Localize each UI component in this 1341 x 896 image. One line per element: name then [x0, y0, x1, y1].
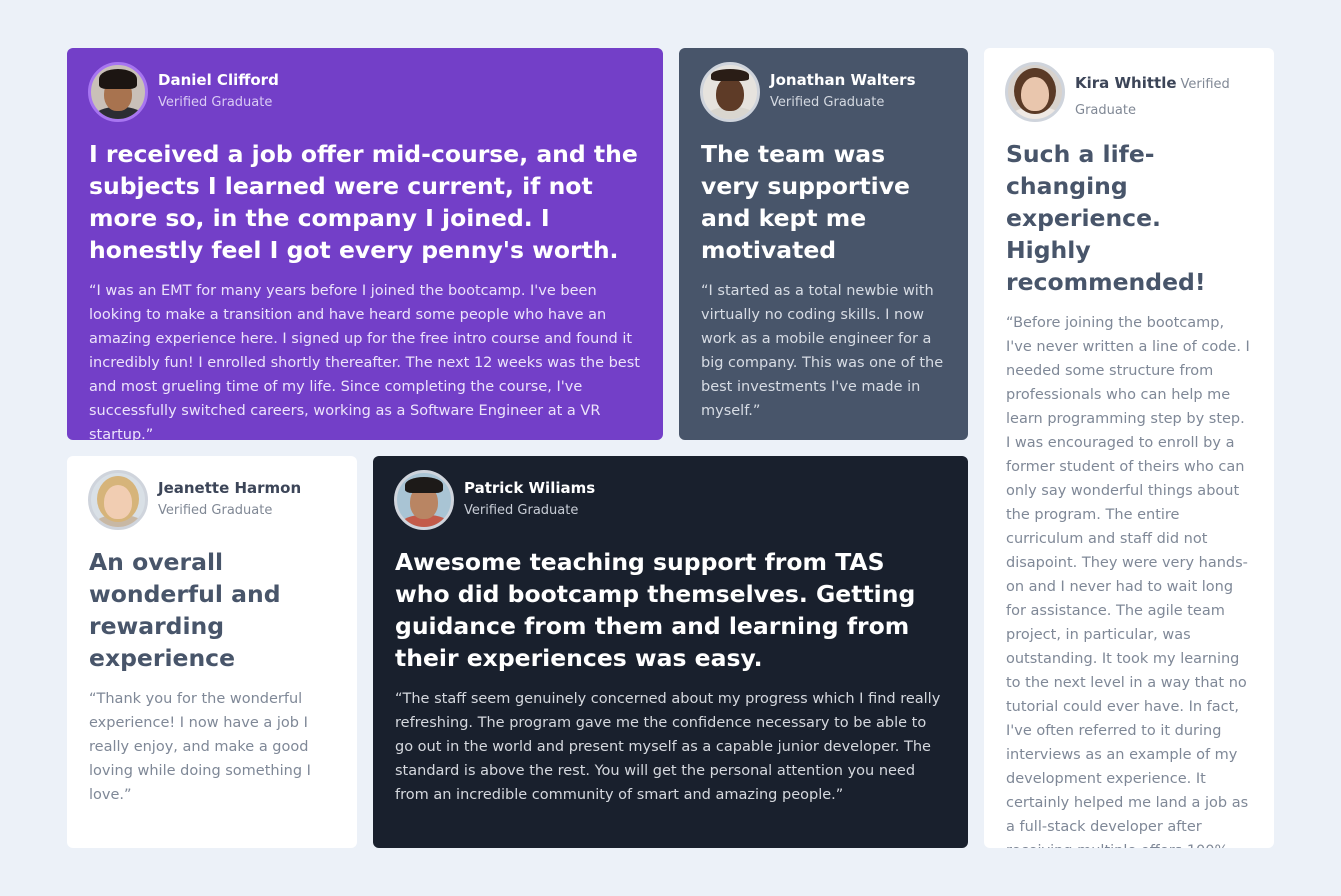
testimonial-card-jonathan: Jonathan Walters Verified Graduate The t…: [679, 48, 968, 440]
author-info: Jeanette Harmon Verified Graduate: [158, 470, 301, 518]
testimonial-headline: An overall wonderful and rewarding exper…: [89, 548, 281, 672]
card-header: Jonathan Walters Verified Graduate: [700, 62, 946, 122]
avatar: [1005, 62, 1065, 122]
testimonial-headline: I received a job offer mid-course, and t…: [89, 140, 638, 264]
author-name-line: Kira Whittle Verified Graduate: [1075, 71, 1252, 123]
author-status: Verified Graduate: [770, 95, 885, 110]
author-status: Verified Graduate: [464, 503, 579, 518]
card-header: Jeanette Harmon Verified Graduate: [88, 470, 335, 530]
author-name: Jonathan Walters: [770, 71, 916, 89]
author-name: Daniel Clifford: [158, 71, 279, 89]
bottom-row: Jeanette Harmon Verified Graduate An ove…: [67, 456, 968, 848]
author-name: Patrick Wiliams: [464, 479, 596, 497]
author-info: Kira Whittle Verified Graduate: [1075, 62, 1252, 123]
testimonial-text: “I was an EMT for many years before I jo…: [89, 283, 640, 440]
testimonial-headline: Such a life-changing experience. Highly …: [1006, 140, 1206, 296]
card-header: Kira Whittle Verified Graduate: [1005, 62, 1252, 123]
testimonial-text: “I started as a total newbie with virtua…: [701, 283, 944, 419]
author-status: Verified Graduate: [158, 503, 273, 518]
avatar: [700, 62, 760, 122]
testimonial-text: “The staff seem genuinely concerned abou…: [395, 691, 941, 803]
testimonial-text: “Thank you for the wonderful experience!…: [89, 691, 311, 803]
author-info: Daniel Clifford Verified Graduate: [158, 62, 279, 110]
author-info: Jonathan Walters Verified Graduate: [770, 62, 916, 110]
card-header: Daniel Clifford Verified Graduate: [88, 62, 641, 122]
testimonial-text: “Before joining the bootcamp, I've never…: [1006, 315, 1250, 848]
testimonials-grid: Daniel Clifford Verified Graduate I rece…: [67, 48, 1274, 848]
testimonial-card-kira: Kira Whittle Verified Graduate Such a lif…: [984, 48, 1274, 848]
testimonial-headline: The team was very supportive and kept me…: [701, 140, 910, 264]
testimonial-headline: Awesome teaching support from TAS who di…: [395, 548, 916, 672]
testimonial-card-jeanette: Jeanette Harmon Verified Graduate An ove…: [67, 456, 357, 848]
avatar: [88, 470, 148, 530]
avatar: [88, 62, 148, 122]
testimonial-card-patrick: Patrick Wiliams Verified Graduate Awesom…: [373, 456, 968, 848]
author-name: Kira Whittle: [1075, 74, 1177, 92]
author-info: Patrick Wiliams Verified Graduate: [464, 470, 595, 518]
testimonial-card-daniel: Daniel Clifford Verified Graduate I rece…: [67, 48, 663, 440]
author-status: Verified Graduate: [158, 95, 273, 110]
author-name: Jeanette Harmon: [158, 479, 302, 497]
avatar: [394, 470, 454, 530]
card-header: Patrick Wiliams Verified Graduate: [394, 470, 946, 530]
